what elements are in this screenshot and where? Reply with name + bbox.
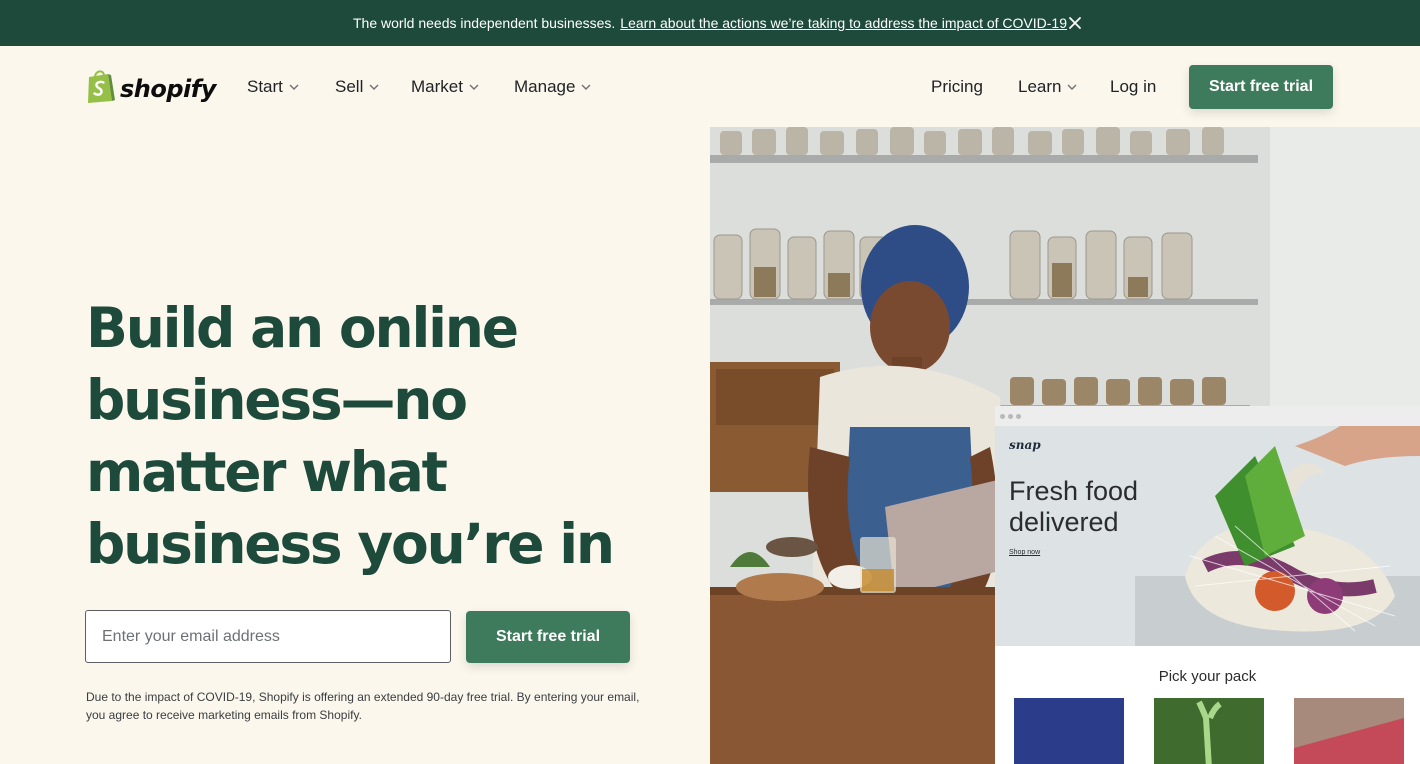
shop-now-link[interactable]: Shop now [1009,549,1040,556]
window-dot [1000,413,1005,419]
hero-start-trial-button[interactable]: Start free trial [466,611,630,663]
browser-bar [995,406,1420,426]
nav-pricing-label: Pricing [931,77,983,96]
window-dot [1008,413,1013,419]
section-title: Pick your pack [1158,668,1257,685]
pack-tile[interactable] [1294,698,1404,764]
logo-wordmark: shopify [120,74,216,103]
nav-learn[interactable]: Learn [1018,77,1077,97]
nav-learn-label: Learn [1018,77,1062,96]
nav-market[interactable]: Market [411,77,479,97]
announcement-bar: The world needs independent businesses. … [0,0,1420,46]
nav-start-label: Start [247,77,283,96]
nav-login-label: Log in [1110,77,1157,96]
trial-disclaimer: Due to the impact of COVID-19, Shopify i… [86,690,640,722]
headline-line: business you’re in [86,512,615,576]
announcement-text: The world needs independent businesses. [353,15,616,31]
close-icon[interactable] [1066,14,1084,32]
nav-pricing[interactable]: Pricing [931,77,983,97]
header-start-trial-button[interactable]: Start free trial [1189,65,1333,109]
chevron-down-icon [469,84,479,90]
pack-tile[interactable] [1014,698,1124,764]
headline-line: matter what [86,440,448,504]
headline-line: Build an online [86,296,519,360]
nav-login[interactable]: Log in [1110,77,1156,97]
shopify-bag-icon [85,68,116,109]
nav-market-label: Market [411,77,463,96]
nav-manage-label: Manage [514,77,576,96]
headline-line: business—no [86,368,468,432]
chevron-down-icon [1067,84,1077,90]
email-input[interactable] [85,610,451,663]
site-header: shopify Start Sell Market Manage Pricing… [0,46,1420,128]
store-heading: Fresh food delivered [1009,476,1139,537]
chevron-down-icon [289,84,299,90]
store-logo: snap [1009,438,1041,452]
nav-sell[interactable]: Sell [335,77,379,97]
chevron-down-icon [581,84,591,90]
nav-start[interactable]: Start [247,77,299,97]
logo[interactable]: shopify [85,68,216,109]
nav-manage[interactable]: Manage [514,77,591,97]
hero-headline: Build an online business—no matter what … [86,292,646,580]
window-dot [1016,413,1021,419]
announcement-link[interactable]: Learn about the actions we’re taking to … [620,15,1067,31]
nav-sell-label: Sell [335,77,364,96]
pack-tile[interactable] [1154,698,1264,764]
store-mockup: snap Fresh food delivered Shop now Pick … [995,406,1420,764]
chevron-down-icon [369,84,379,90]
mockup-hero: snap Fresh food delivered Shop now [995,426,1420,646]
